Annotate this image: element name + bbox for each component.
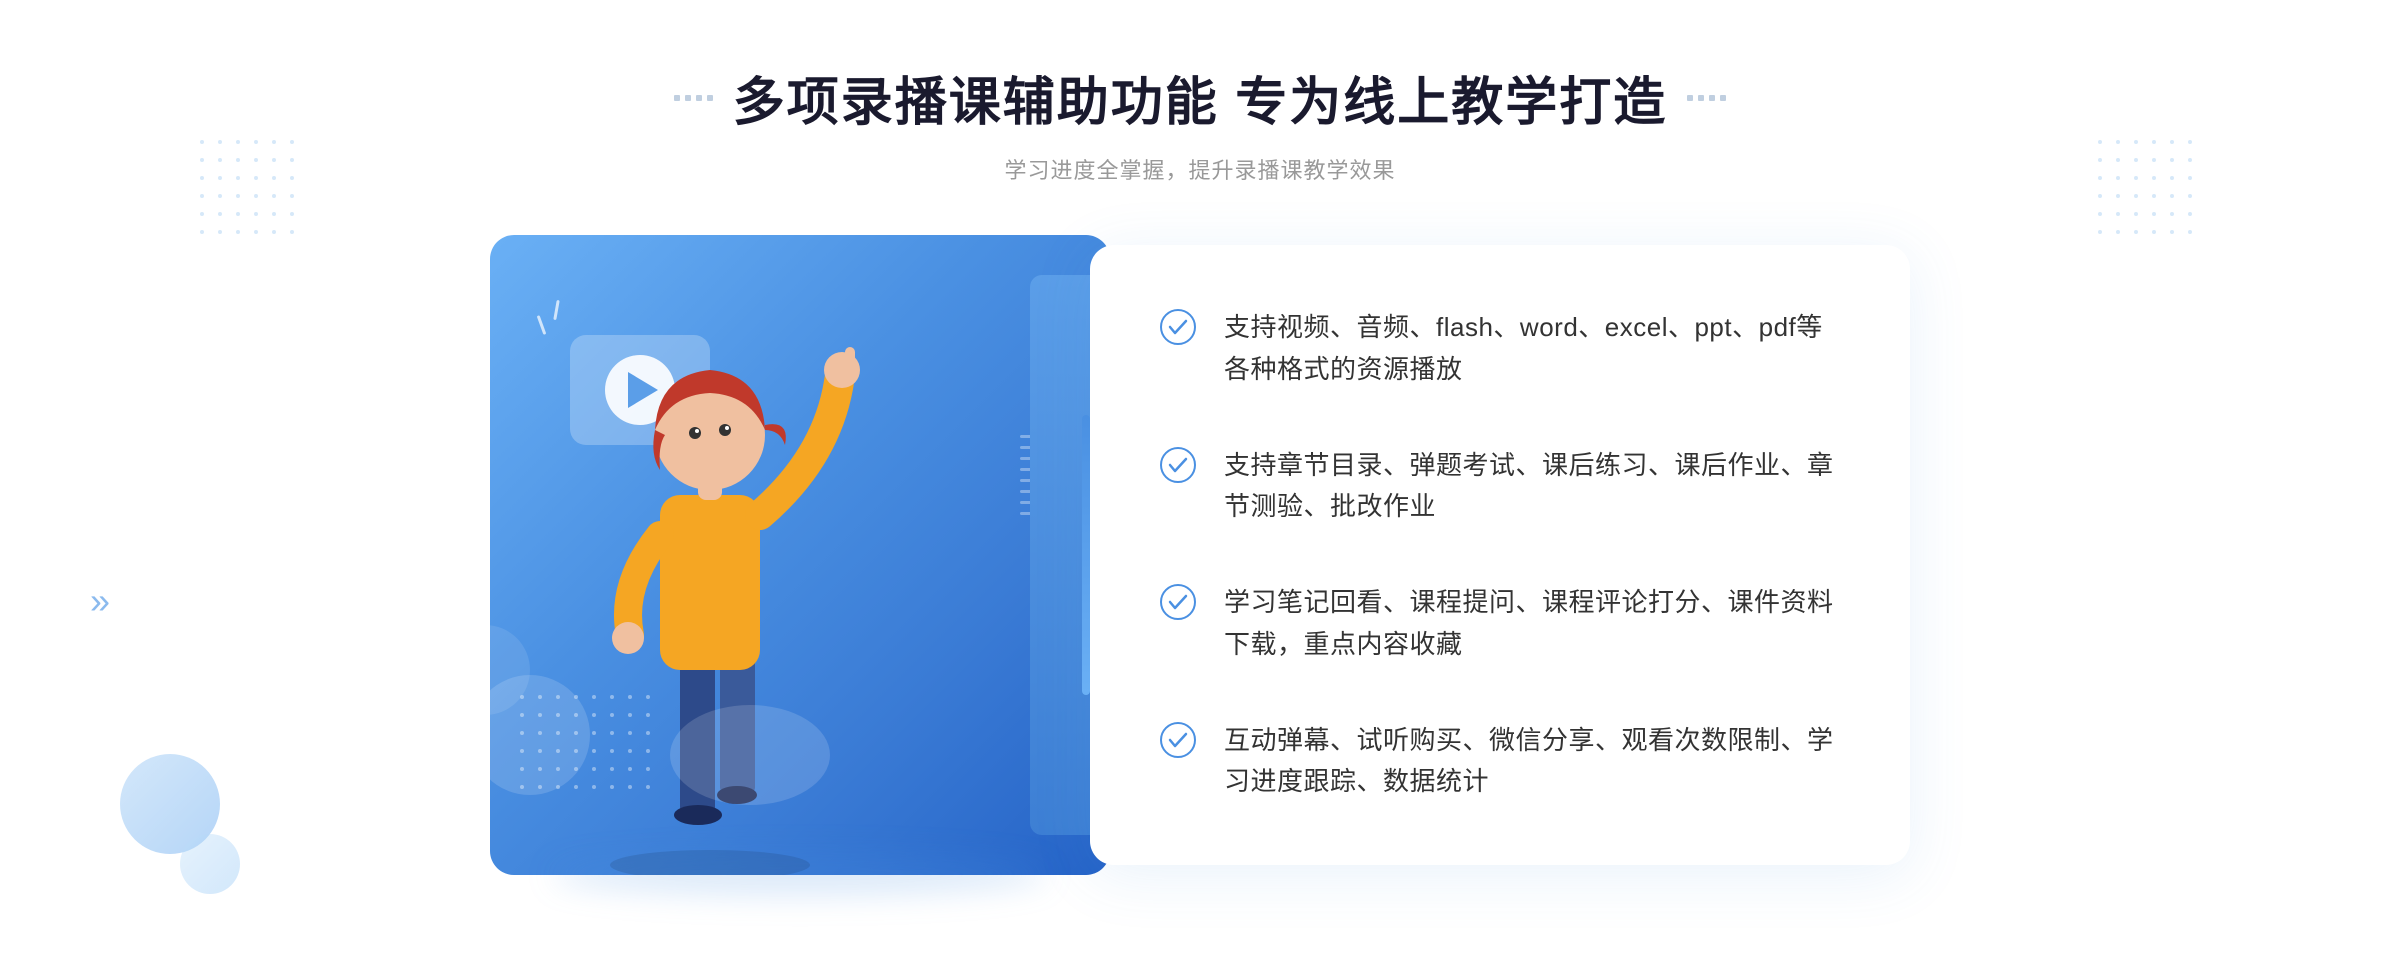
feature-text-4: 互动弹幕、试听购买、微信分享、观看次数限制、学习进度跟踪、数据统计 — [1224, 720, 1840, 803]
check-icon-1 — [1160, 309, 1196, 345]
illustration-card — [490, 235, 1110, 875]
feature-text-2: 支持章节目录、弹题考试、课后练习、课后作业、章节测验、批改作业 — [1224, 445, 1840, 528]
dot-decoration-top-left — [200, 140, 302, 242]
page-container: 多项录播课辅助功能 专为线上教学打造 学习进度全掌握，提升录播课教学效果 — [0, 0, 2400, 974]
feature-item-4: 互动弹幕、试听购买、微信分享、观看次数限制、学习进度跟踪、数据统计 — [1160, 708, 1840, 815]
main-title: 多项录播课辅助功能 专为线上教学打造 — [733, 60, 1667, 135]
chevron-left-icon: » — [90, 580, 110, 622]
person-illustration — [550, 275, 870, 875]
light-ray-1 — [537, 315, 547, 335]
feature-item-3: 学习笔记回看、课程提问、课程评论打分、课件资料下载，重点内容收藏 — [1160, 570, 1840, 677]
feature-item-2: 支持章节目录、弹题考试、课后练习、课后作业、章节测验、批改作业 — [1160, 433, 1840, 540]
check-icon-3 — [1160, 584, 1196, 620]
title-row: 多项录播课辅助功能 专为线上教学打造 — [674, 60, 1726, 135]
deco-circle-2 — [440, 625, 530, 715]
blue-circle-decoration-2 — [180, 834, 240, 894]
check-icon-4 — [1160, 722, 1196, 758]
header-section: 多项录播课辅助功能 专为线上教学打造 学习进度全掌握，提升录播课教学效果 — [674, 60, 1726, 185]
features-panel: 支持视频、音频、flash、word、excel、ppt、pdf等各种格式的资源… — [1090, 245, 1910, 865]
feature-text-3: 学习笔记回看、课程提问、课程评论打分、课件资料下载，重点内容收藏 — [1224, 582, 1840, 665]
title-deco-right — [1687, 95, 1726, 101]
sub-title: 学习进度全掌握，提升录播课教学效果 — [674, 153, 1726, 185]
check-icon-2 — [1160, 447, 1196, 483]
dot-decoration-top-right — [2098, 140, 2200, 242]
vertical-accent-bar — [1082, 415, 1090, 695]
feature-text-1: 支持视频、音频、flash、word、excel、ppt、pdf等各种格式的资源… — [1224, 307, 1840, 390]
title-deco-left — [674, 95, 713, 101]
feature-item-1: 支持视频、音频、flash、word、excel、ppt、pdf等各种格式的资源… — [1160, 295, 1840, 402]
content-area: 支持视频、音频、flash、word、excel、ppt、pdf等各种格式的资源… — [490, 235, 1910, 875]
